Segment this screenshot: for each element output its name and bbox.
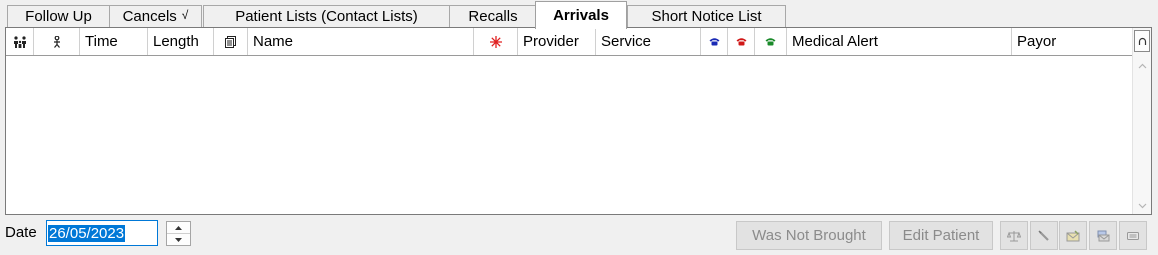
keyboard-icon [1127, 231, 1139, 240]
date-value: 26/05/2023 [48, 224, 126, 242]
tab-label: Recalls [468, 8, 518, 25]
tab-label: Patient Lists (Contact Lists) [235, 8, 418, 25]
envelope-button[interactable] [1089, 221, 1117, 250]
column-time[interactable]: Time [80, 28, 148, 55]
column-label: Name [253, 33, 294, 50]
tab-label: Arrivals [553, 7, 609, 24]
column-name[interactable]: Name [248, 28, 474, 55]
mail-icon [1066, 229, 1080, 242]
button-label: Edit Patient [902, 227, 980, 244]
column-label: Provider [523, 33, 579, 50]
tab-cancels[interactable]: Cancels √ [109, 5, 202, 27]
column-notes[interactable] [214, 28, 248, 55]
refresh-icon [1138, 37, 1147, 46]
scales-icon [1007, 230, 1021, 242]
column-label: Payor [1017, 33, 1057, 50]
date-field[interactable]: 26/05/2023 [46, 220, 158, 246]
grid-body[interactable] [6, 56, 1132, 214]
arrivals-grid: Time Length Name Provider Service Medica… [5, 27, 1152, 215]
chevron-down-icon [175, 237, 182, 242]
tab-strip: Follow Up Cancels √ Patient Lists (Conta… [0, 0, 1158, 29]
family-icon [13, 35, 27, 48]
tab-label: Follow Up [25, 8, 92, 25]
tab-short-notice-list[interactable]: Short Notice List [627, 5, 786, 27]
column-label: Time [85, 33, 118, 50]
date-spinner[interactable] [166, 221, 191, 246]
vertical-scrollbar[interactable] [1132, 28, 1151, 214]
keyboard-button[interactable] [1119, 221, 1147, 250]
column-label: Medical Alert [792, 33, 878, 50]
column-phone-red[interactable] [728, 28, 755, 55]
notes-icon [225, 35, 236, 48]
pen-icon [1038, 229, 1050, 242]
column-medical-alert[interactable]: Medical Alert [787, 28, 1012, 55]
tab-patient-lists[interactable]: Patient Lists (Contact Lists) [203, 5, 450, 27]
scales-button[interactable] [1000, 221, 1028, 250]
column-label: Service [601, 33, 652, 50]
scroll-up-arrow[interactable] [1137, 62, 1148, 70]
column-family[interactable] [6, 28, 34, 55]
column-provider[interactable]: Provider [518, 28, 596, 55]
person-icon [52, 35, 62, 48]
column-alert[interactable] [474, 28, 518, 55]
was-not-brought-button[interactable]: Was Not Brought [736, 221, 882, 250]
envelope-icon [1096, 230, 1110, 242]
mail-button[interactable] [1059, 221, 1087, 250]
red-star-icon [489, 35, 502, 48]
tab-arrivals[interactable]: Arrivals [535, 1, 627, 29]
edit-patient-button[interactable]: Edit Patient [889, 221, 993, 250]
column-person[interactable] [34, 28, 80, 55]
tab-recalls[interactable]: Recalls [449, 5, 537, 27]
column-service[interactable]: Service [596, 28, 701, 55]
column-phone-blue[interactable] [701, 28, 728, 55]
scroll-down-arrow[interactable] [1137, 202, 1148, 210]
spin-up-button[interactable] [167, 222, 190, 234]
column-chooser-button[interactable] [1134, 30, 1150, 52]
phone-icon-red [736, 37, 747, 46]
grid-header: Time Length Name Provider Service Medica… [6, 28, 1132, 56]
pen-button[interactable] [1030, 221, 1058, 250]
column-length[interactable]: Length [148, 28, 214, 55]
tab-follow-up[interactable]: Follow Up [7, 5, 110, 27]
phone-icon-blue [709, 37, 720, 46]
date-label: Date [5, 224, 37, 241]
spin-down-button[interactable] [167, 234, 190, 245]
chevron-up-icon [175, 225, 182, 230]
column-payor[interactable]: Payor [1012, 28, 1132, 55]
tick-mark: √ [181, 7, 189, 22]
tab-label: Cancels [122, 8, 177, 25]
column-phone-green[interactable] [755, 28, 787, 55]
button-label: Was Not Brought [752, 227, 866, 244]
tab-label: Short Notice List [651, 8, 762, 25]
column-label: Length [153, 33, 199, 50]
phone-icon-green [765, 37, 776, 46]
